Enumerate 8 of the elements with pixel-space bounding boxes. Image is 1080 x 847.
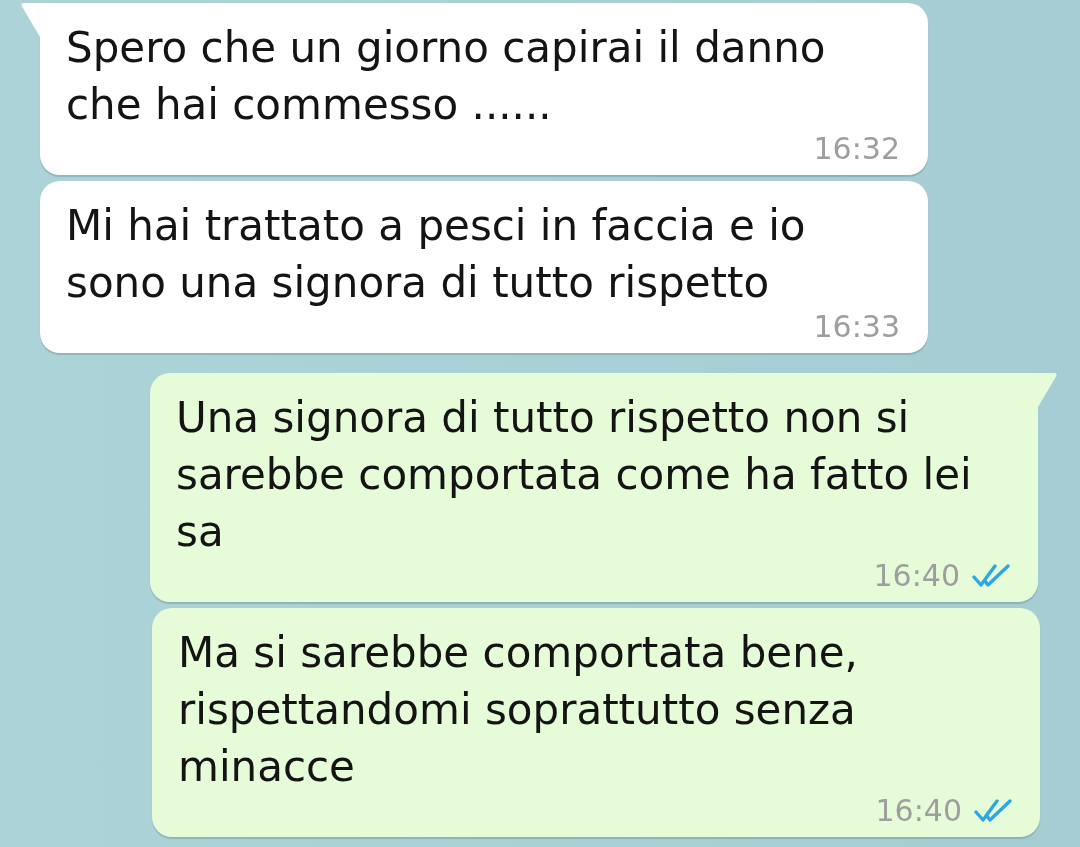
message-text: Una signora di tutto rispetto non si sarebbe comportata come ha fatto lei sa [176,392,973,558]
message-time: 16:40 [873,560,960,592]
message-time: 16:33 [813,311,900,343]
message-text: Ma si sarebbe comportata bene, rispettandomi soprattutto senza minacce [178,627,859,793]
message-text: Mi hai trattato a pesci in faccia e io sono una signora di tutto rispetto [66,200,807,309]
message-time: 16:32 [813,133,900,165]
message-time: 16:40 [875,795,962,827]
message-text: Spero che un giorno capirai il danno che hai commesso ...... [66,22,827,131]
